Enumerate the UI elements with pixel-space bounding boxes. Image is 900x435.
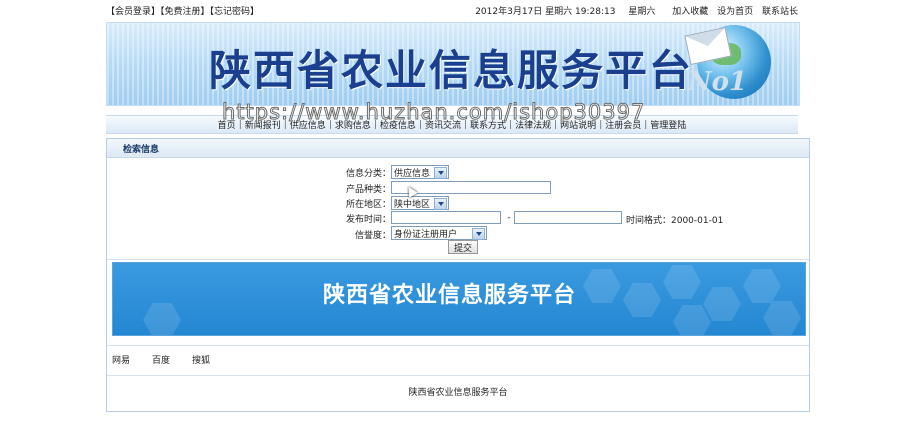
banner-badge: No1 xyxy=(687,67,747,97)
chevron-down-icon xyxy=(434,167,447,179)
nav-separator: | xyxy=(238,119,242,130)
nav-exchange[interactable]: 资讯交流 xyxy=(425,118,461,131)
site-title: 陕西省农业信息服务平台 xyxy=(209,46,694,95)
header-banner: No1 陕西省农业信息服务平台 xyxy=(106,22,800,106)
trust-label: 信誉度： xyxy=(354,231,391,241)
nav-news[interactable]: 新闻报刊 xyxy=(245,118,281,131)
nav-separator: | xyxy=(373,119,377,130)
weekday-text: 星期六 xyxy=(628,6,656,17)
nav-separator: | xyxy=(554,119,558,130)
nav-separator: | xyxy=(464,119,468,130)
search-panel: 检索信息 信息分类： 供应信息 产品种类： 所在地区： 陕中地区 发布时间： -… xyxy=(106,138,810,412)
ad-banner[interactable]: 陕西省农业信息服务平台 xyxy=(112,262,806,336)
top-right: 2012年3月17日 星期六 19:28:13 星期六 加入收藏 设为首页 联系… xyxy=(465,4,798,17)
hexagon-decoration xyxy=(703,287,741,321)
nav-laws[interactable]: 法律法规 xyxy=(515,118,551,131)
divider xyxy=(107,375,809,376)
region-label: 所在地区： xyxy=(345,200,391,210)
nav-separator: | xyxy=(509,119,513,130)
hexagon-decoration xyxy=(623,283,661,317)
nav-about[interactable]: 网站说明 xyxy=(560,118,596,131)
nav-separator: | xyxy=(644,119,648,130)
category-label: 信息分类： xyxy=(345,169,391,179)
nav-quarantine[interactable]: 检疫信息 xyxy=(380,118,416,131)
forgot-password-link[interactable]: 【忘记密码】 xyxy=(210,7,260,17)
link-sohu[interactable]: 搜狐 xyxy=(192,353,210,366)
hexagon-decoration xyxy=(143,303,181,335)
nav-register[interactable]: 注册会员 xyxy=(605,118,641,131)
chevron-down-icon xyxy=(472,228,485,240)
divider xyxy=(107,345,809,346)
nav-admin-login[interactable]: 管理登陆 xyxy=(650,118,686,131)
nav-separator: | xyxy=(418,119,422,130)
link-netease[interactable]: 网易 xyxy=(112,353,130,366)
chevron-down-icon xyxy=(434,198,447,210)
nav-supply[interactable]: 供应信息 xyxy=(290,118,326,131)
date-end-input[interactable] xyxy=(514,211,622,224)
nav-separator: | xyxy=(283,119,287,130)
nav-contact[interactable]: 联系方式 xyxy=(470,118,506,131)
date-separator: - xyxy=(507,213,511,223)
category-select[interactable]: 供应信息 xyxy=(391,165,449,179)
hexagon-decoration xyxy=(763,301,801,335)
hexagon-decoration xyxy=(743,269,781,303)
free-register-link[interactable]: 【免费注册】 xyxy=(160,7,210,17)
category-select-value: 供应信息 xyxy=(394,168,431,179)
nav-separator: | xyxy=(328,119,332,130)
nav-separator: | xyxy=(599,119,603,130)
date-format-hint: 时间格式：2000-01-01 xyxy=(626,216,724,226)
hexagon-decoration xyxy=(583,269,621,303)
main-nav: 首页 | 新闻报刊 | 供应信息 | 求购信息 | 检疫信息 | 资讯交流 | 联系方式 | … xyxy=(106,115,798,134)
top-bar: 【会员登录】【免费注册】【忘记密码】 2012年3月17日 星期六 19:28:… xyxy=(106,3,798,17)
hexagon-decoration xyxy=(673,305,711,335)
member-links: 【会员登录】【免费注册】【忘记密码】 xyxy=(106,4,259,17)
trust-select[interactable]: 身份证注册用户 xyxy=(391,226,487,240)
region-select[interactable]: 陕中地区 xyxy=(391,196,449,210)
contact-admin-link[interactable]: 联系站长 xyxy=(762,7,798,17)
region-select-value: 陕中地区 xyxy=(394,199,431,210)
member-login-link[interactable]: 【会员登录】 xyxy=(106,7,160,17)
datetime-text: 2012年3月17日 星期六 19:28:13 xyxy=(475,6,616,17)
add-favorite-link[interactable]: 加入收藏 xyxy=(672,7,708,17)
date-label: 发布时间： xyxy=(345,215,391,225)
panel-header: 检索信息 xyxy=(107,139,809,158)
submit-button[interactable]: 提交 xyxy=(448,240,479,254)
nav-home[interactable]: 首页 xyxy=(218,118,236,131)
divider xyxy=(107,259,809,260)
hexagon-decoration xyxy=(663,265,701,299)
friend-links: 网易 百度 搜狐 xyxy=(112,353,210,366)
product-label: 产品种类： xyxy=(345,185,391,195)
nav-purchase[interactable]: 求购信息 xyxy=(335,118,371,131)
footer-text: 陕西省农业信息服务平台 xyxy=(408,388,508,398)
ad-title: 陕西省农业信息服务平台 xyxy=(323,283,577,308)
set-homepage-link[interactable]: 设为首页 xyxy=(717,7,753,17)
link-baidu[interactable]: 百度 xyxy=(152,353,170,366)
panel-title: 检索信息 xyxy=(123,144,160,155)
trust-select-value: 身份证注册用户 xyxy=(394,229,458,240)
date-start-input[interactable] xyxy=(391,211,501,224)
